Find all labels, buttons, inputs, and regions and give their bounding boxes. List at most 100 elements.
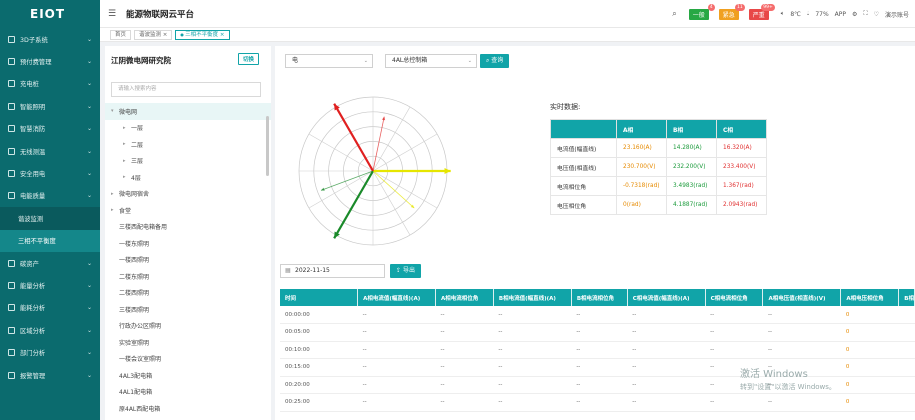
history-cell: -- xyxy=(705,393,763,412)
history-cell: -- xyxy=(571,306,628,324)
phase-a-value: -0.7318(rad) xyxy=(616,176,667,196)
search-icon[interactable]: ⌕ xyxy=(672,9,676,19)
tree-node-label: 4AL1配电箱 xyxy=(119,389,153,397)
sidebar-item-能量分析[interactable]: 能量分析 ⌄ xyxy=(0,274,100,296)
tree-search-input[interactable]: 请输入搜索内容 xyxy=(111,82,261,97)
theme-icon[interactable]: ♡ xyxy=(874,11,879,18)
fullscreen-icon[interactable]: ⛶ xyxy=(863,10,867,18)
sidebar-item-报警管理[interactable]: 报警管理 ⌄ xyxy=(0,364,100,386)
phase-c-value: 1.367(rad) xyxy=(716,176,767,196)
history-time: 00:05:00 xyxy=(280,323,358,342)
switch-button[interactable]: 切换 xyxy=(237,53,259,65)
close-icon[interactable]: × xyxy=(218,32,225,38)
history-cell: -- xyxy=(357,358,436,377)
phase-a-value: 230.700(V) xyxy=(616,157,667,177)
alert-label: 一般 xyxy=(692,11,705,19)
tree-node[interactable]: 二楼东照明 xyxy=(105,268,271,285)
history-cell: -- xyxy=(493,323,572,342)
history-cell xyxy=(898,358,915,377)
volume-icon[interactable]: 🔈︎ xyxy=(781,10,785,18)
close-icon[interactable]: × xyxy=(161,32,168,38)
tree-node[interactable]: 二楼西照明 xyxy=(105,285,271,302)
temperature-value: 8℃ xyxy=(790,10,801,18)
sidebar-item-label: 电能质量 xyxy=(20,193,46,201)
sidebar-item-预付费管理[interactable]: 预付费管理 ⌄ xyxy=(0,50,100,72)
tree-node-label: 微电网宿舍 xyxy=(119,191,150,199)
sidebar-item-充电桩[interactable]: 充电桩 ⌄ xyxy=(0,73,100,95)
chevron-down-icon: ⌄ xyxy=(86,192,92,200)
tree-node[interactable]: 行政办公区照明 xyxy=(105,318,271,335)
realtime-row-name: 电压值(相直线) xyxy=(550,157,617,177)
tree-node[interactable]: 三楼西照明 xyxy=(105,301,271,318)
tree-node-label: 一楼西照明 xyxy=(119,257,150,265)
alert-badge[interactable]: 紧急 11 xyxy=(718,3,745,20)
phasor-spoke xyxy=(372,133,438,172)
tree-node[interactable]: ▸ 4层 xyxy=(105,169,271,186)
sidebar-item-电能质量[interactable]: 电能质量 ⌄ xyxy=(0,185,100,207)
table-row: 00:10:00 -- -- -- -- -- -- -- 0 xyxy=(280,341,915,359)
sidebar-item-label: 预付费管理 xyxy=(20,59,52,67)
voltage-vector-phase-c xyxy=(333,103,374,172)
sidebar-item-label: 充电桩 xyxy=(20,81,39,89)
tree-node[interactable]: 实验室照明 xyxy=(105,334,271,351)
tree-node[interactable]: 三楼西配电箱备用 xyxy=(105,219,271,236)
sidebar-item-能耗分析[interactable]: 能耗分析 ⌄ xyxy=(0,297,100,319)
tree-node[interactable]: 一楼东照明 xyxy=(105,235,271,252)
menu-toggle-icon[interactable]: ☰ xyxy=(108,9,118,19)
sidebar-item-智能照明[interactable]: 智能照明 ⌄ xyxy=(0,95,100,117)
tree-node[interactable]: 一楼西照明 xyxy=(105,252,271,269)
alert-badge[interactable]: 严重 99+ xyxy=(748,3,775,20)
expand-arrow-icon: ▸ xyxy=(123,157,126,164)
tree-node[interactable]: 4AL3配电箱 xyxy=(105,367,271,384)
tab-首页[interactable]: 首页 xyxy=(110,29,132,40)
tree-node-label: 二楼东照明 xyxy=(119,273,150,281)
phasor-spoke xyxy=(372,170,438,209)
tree-node[interactable]: 一楼会议室照明 xyxy=(105,351,271,368)
query-button[interactable]: ⌕ 查询 xyxy=(480,54,510,68)
tree-scrollbar[interactable] xyxy=(266,116,269,176)
sidebar-item-无线测温[interactable]: 无线测温 ⌄ xyxy=(0,140,100,162)
menu-icon xyxy=(8,326,15,334)
phase-c-value: 16.320(A) xyxy=(716,138,767,158)
history-cell: -- xyxy=(357,376,436,394)
sidebar-item-碳资产[interactable]: 碳资产 ⌄ xyxy=(0,252,100,274)
sidebar-item-区域分析[interactable]: 区域分析 ⌄ xyxy=(0,319,100,341)
tree-node[interactable]: ▸ 二层 xyxy=(105,136,271,153)
tree-node[interactable]: ▾ 微电网 xyxy=(105,103,271,120)
menu-icon xyxy=(8,304,15,312)
tree-node[interactable]: 原4AL西配电箱 xyxy=(105,400,271,417)
sidebar-item-部门分析[interactable]: 部门分析 ⌄ xyxy=(0,341,100,363)
windows-activation-watermark: 激活 Windows 转到"设置"以激活 Windows。 xyxy=(740,365,836,392)
sidebar-item-三相不平衡度[interactable]: 三相不平衡度 xyxy=(0,229,100,252)
tree-node[interactable]: ▸ 一层 xyxy=(105,120,271,137)
settings-icon[interactable]: ⚙︎ xyxy=(852,11,857,18)
sidebar-item-安全用电[interactable]: 安全用电 ⌄ xyxy=(0,162,100,184)
tree-node[interactable]: ▸ 三层 xyxy=(105,153,271,170)
tree-node-label: 微电网 xyxy=(119,108,138,116)
tab-谐波监测[interactable]: 谐波监测 × xyxy=(134,29,173,40)
tree-node[interactable]: ▸ 食堂 xyxy=(105,202,271,219)
history-time: 00:25:00 xyxy=(280,393,358,412)
realtime-table: A相 B相 C相 电流值(幅直线) 23.160(A) 14.280(A) 16.320(… xyxy=(550,119,767,215)
tree-node-label: 实验室照明 xyxy=(119,339,150,347)
phase-b-value: 14.280(A) xyxy=(666,138,717,158)
app-link[interactable]: APP xyxy=(835,11,846,18)
type-select[interactable]: 电 ⌄ xyxy=(285,54,373,68)
tree-node[interactable]: ▸ 微电网宿舍 xyxy=(105,186,271,203)
date-picker[interactable]: ▦ 2022-11-15 xyxy=(280,264,385,278)
sidebar-item-智慧消防[interactable]: 智慧消防 ⌄ xyxy=(0,118,100,140)
realtime-header xyxy=(550,119,617,139)
user-name[interactable]: 演示账号 xyxy=(885,10,909,19)
tab-三相不平衡度[interactable]: ● 三相不平衡度 × xyxy=(175,29,230,40)
tree-node[interactable]: 4AL1配电箱 xyxy=(105,384,271,401)
device-select[interactable]: 4AL总控制箱 ⌄ xyxy=(385,54,477,68)
sidebar-item-3D子系统[interactable]: 3D子系统 ⌄ xyxy=(0,28,100,50)
sidebar-item-谐波监测[interactable]: 谐波监测 xyxy=(0,207,100,229)
phase-a-value: 23.160(A) xyxy=(616,138,667,158)
export-button[interactable]: ⇪ 导出 xyxy=(390,264,421,278)
humidity-icon: 💧︎ xyxy=(806,10,810,17)
alert-badge[interactable]: 一般 4 xyxy=(688,3,715,20)
menu-icon xyxy=(8,147,15,155)
page-title: 能源物联网云平台 xyxy=(126,9,195,20)
history-time: 00:15:00 xyxy=(280,358,358,377)
